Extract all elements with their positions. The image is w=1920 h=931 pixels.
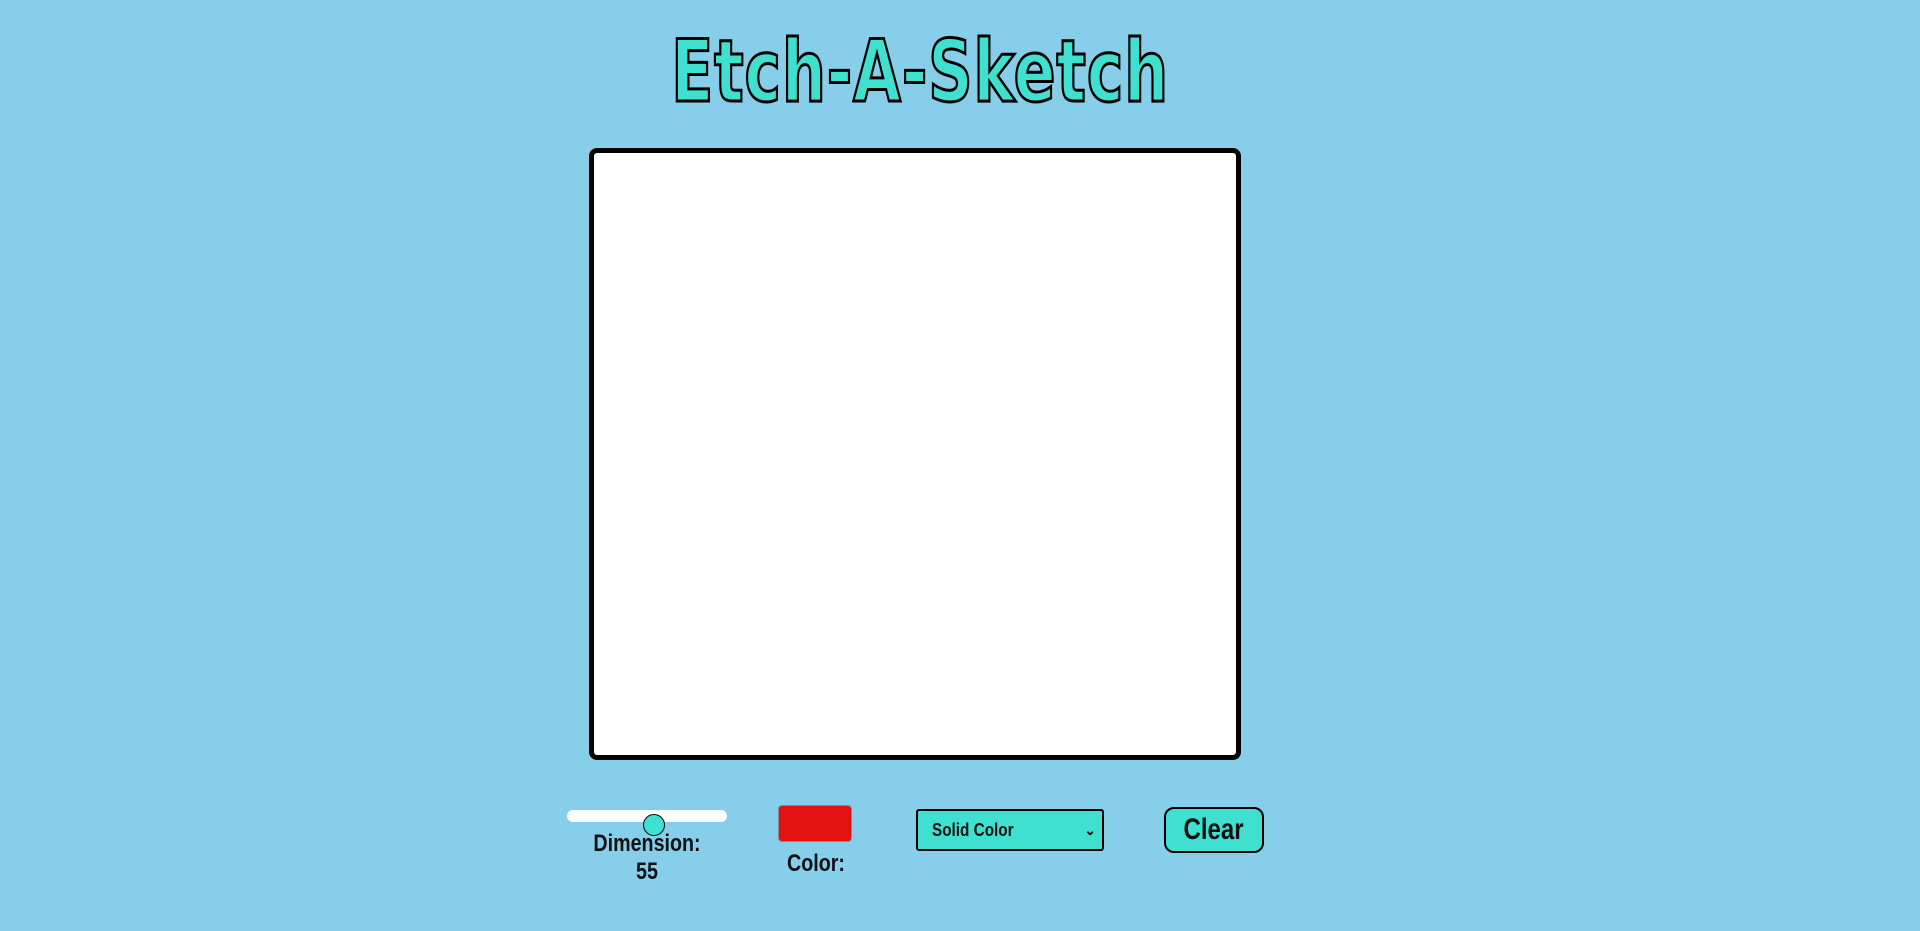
dimension-label: Dimension: 55	[593, 830, 701, 885]
page-title: Etch-A-Sketch	[670, 21, 1169, 124]
mode-select[interactable]: Solid Color ⌄	[916, 809, 1104, 851]
clear-button[interactable]: Clear	[1164, 807, 1264, 853]
clear-button-label: Clear	[1183, 813, 1245, 846]
color-label: Color:	[787, 850, 845, 877]
mode-select-value: Solid Color	[932, 820, 1014, 840]
sketch-board[interactable]	[589, 148, 1241, 760]
dimension-slider[interactable]	[567, 810, 727, 836]
chevron-down-icon: ⌄	[1084, 822, 1096, 838]
color-picker[interactable]	[778, 805, 852, 842]
controls-bar: Dimension: 55 Color: Solid Color ⌄ Clear	[0, 800, 1920, 900]
page: Etch-A-Sketch Dimension: 55 Color: Solid…	[0, 0, 1920, 931]
